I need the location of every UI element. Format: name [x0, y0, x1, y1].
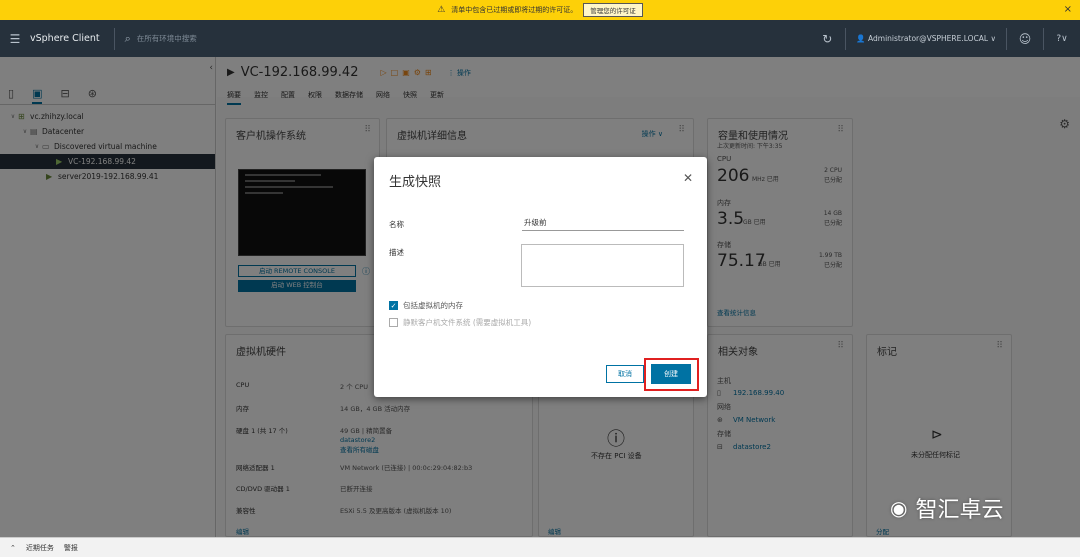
description-label: 描述: [389, 248, 404, 257]
warning-icon: ⚠: [437, 5, 446, 15]
user-icon: 👤: [856, 34, 868, 43]
cancel-button[interactable]: 取消: [606, 365, 644, 383]
dialog-title: 生成快照: [389, 175, 442, 190]
quiesce-label: 静默客户机文件系统 (需要虚拟机工具): [403, 318, 532, 327]
search-icon: ⌕: [124, 31, 131, 45]
quiesce-checkbox[interactable]: 静默客户机文件系统 (需要虚拟机工具): [389, 317, 531, 328]
app-title[interactable]: vSphere Client: [30, 33, 100, 44]
description-textarea[interactable]: [521, 244, 684, 287]
recent-tasks-tab[interactable]: 近期任务: [26, 543, 54, 553]
help-menu[interactable]: ?∨: [1044, 34, 1080, 44]
warning-text: 清单中包含已过期或即将过期的许可证。: [451, 6, 578, 14]
close-icon[interactable]: ✕: [683, 171, 693, 185]
top-header: ☰ vSphere Client ⌕ 在所有环境中搜索 ↻ 👤 Administ…: [0, 20, 1080, 57]
include-memory-label: 包括虚拟机的内存: [403, 301, 463, 310]
alarms-tab[interactable]: 警报: [64, 543, 78, 553]
global-search[interactable]: ⌕ 在所有环境中搜索: [115, 32, 197, 46]
bottom-bar: ⌃ 近期任务 警报: [0, 537, 1080, 557]
checkbox-checked-icon[interactable]: ✓: [389, 301, 398, 310]
checkbox-unchecked-icon[interactable]: [389, 318, 398, 327]
menu-icon[interactable]: ☰: [0, 32, 30, 46]
search-input[interactable]: 在所有环境中搜索: [137, 33, 197, 44]
name-label: 名称: [389, 220, 404, 229]
wechat-icon: ◉: [890, 496, 908, 520]
watermark: ◉ 智汇卓云: [890, 492, 1003, 524]
watermark-text: 智汇卓云: [915, 498, 1004, 523]
snapshot-name-input[interactable]: 升级前: [522, 217, 684, 231]
chevron-up-icon[interactable]: ⌃: [10, 544, 16, 552]
refresh-icon[interactable]: ↻: [809, 32, 845, 46]
manage-license-button[interactable]: 管理您的许可证: [583, 3, 643, 17]
user-menu[interactable]: 👤 Administrator@VSPHERE.LOCAL ∨: [846, 34, 1006, 43]
close-icon[interactable]: ×: [1064, 4, 1072, 15]
smiley-icon[interactable]: ☺: [1007, 32, 1043, 46]
user-name: Administrator@VSPHERE.LOCAL ∨: [868, 34, 996, 43]
highlight-box: [644, 358, 699, 391]
license-warning-bar: ⚠ 清单中包含已过期或即将过期的许可证。 管理您的许可证 ×: [0, 0, 1080, 20]
include-memory-checkbox[interactable]: ✓ 包括虚拟机的内存: [389, 300, 463, 311]
